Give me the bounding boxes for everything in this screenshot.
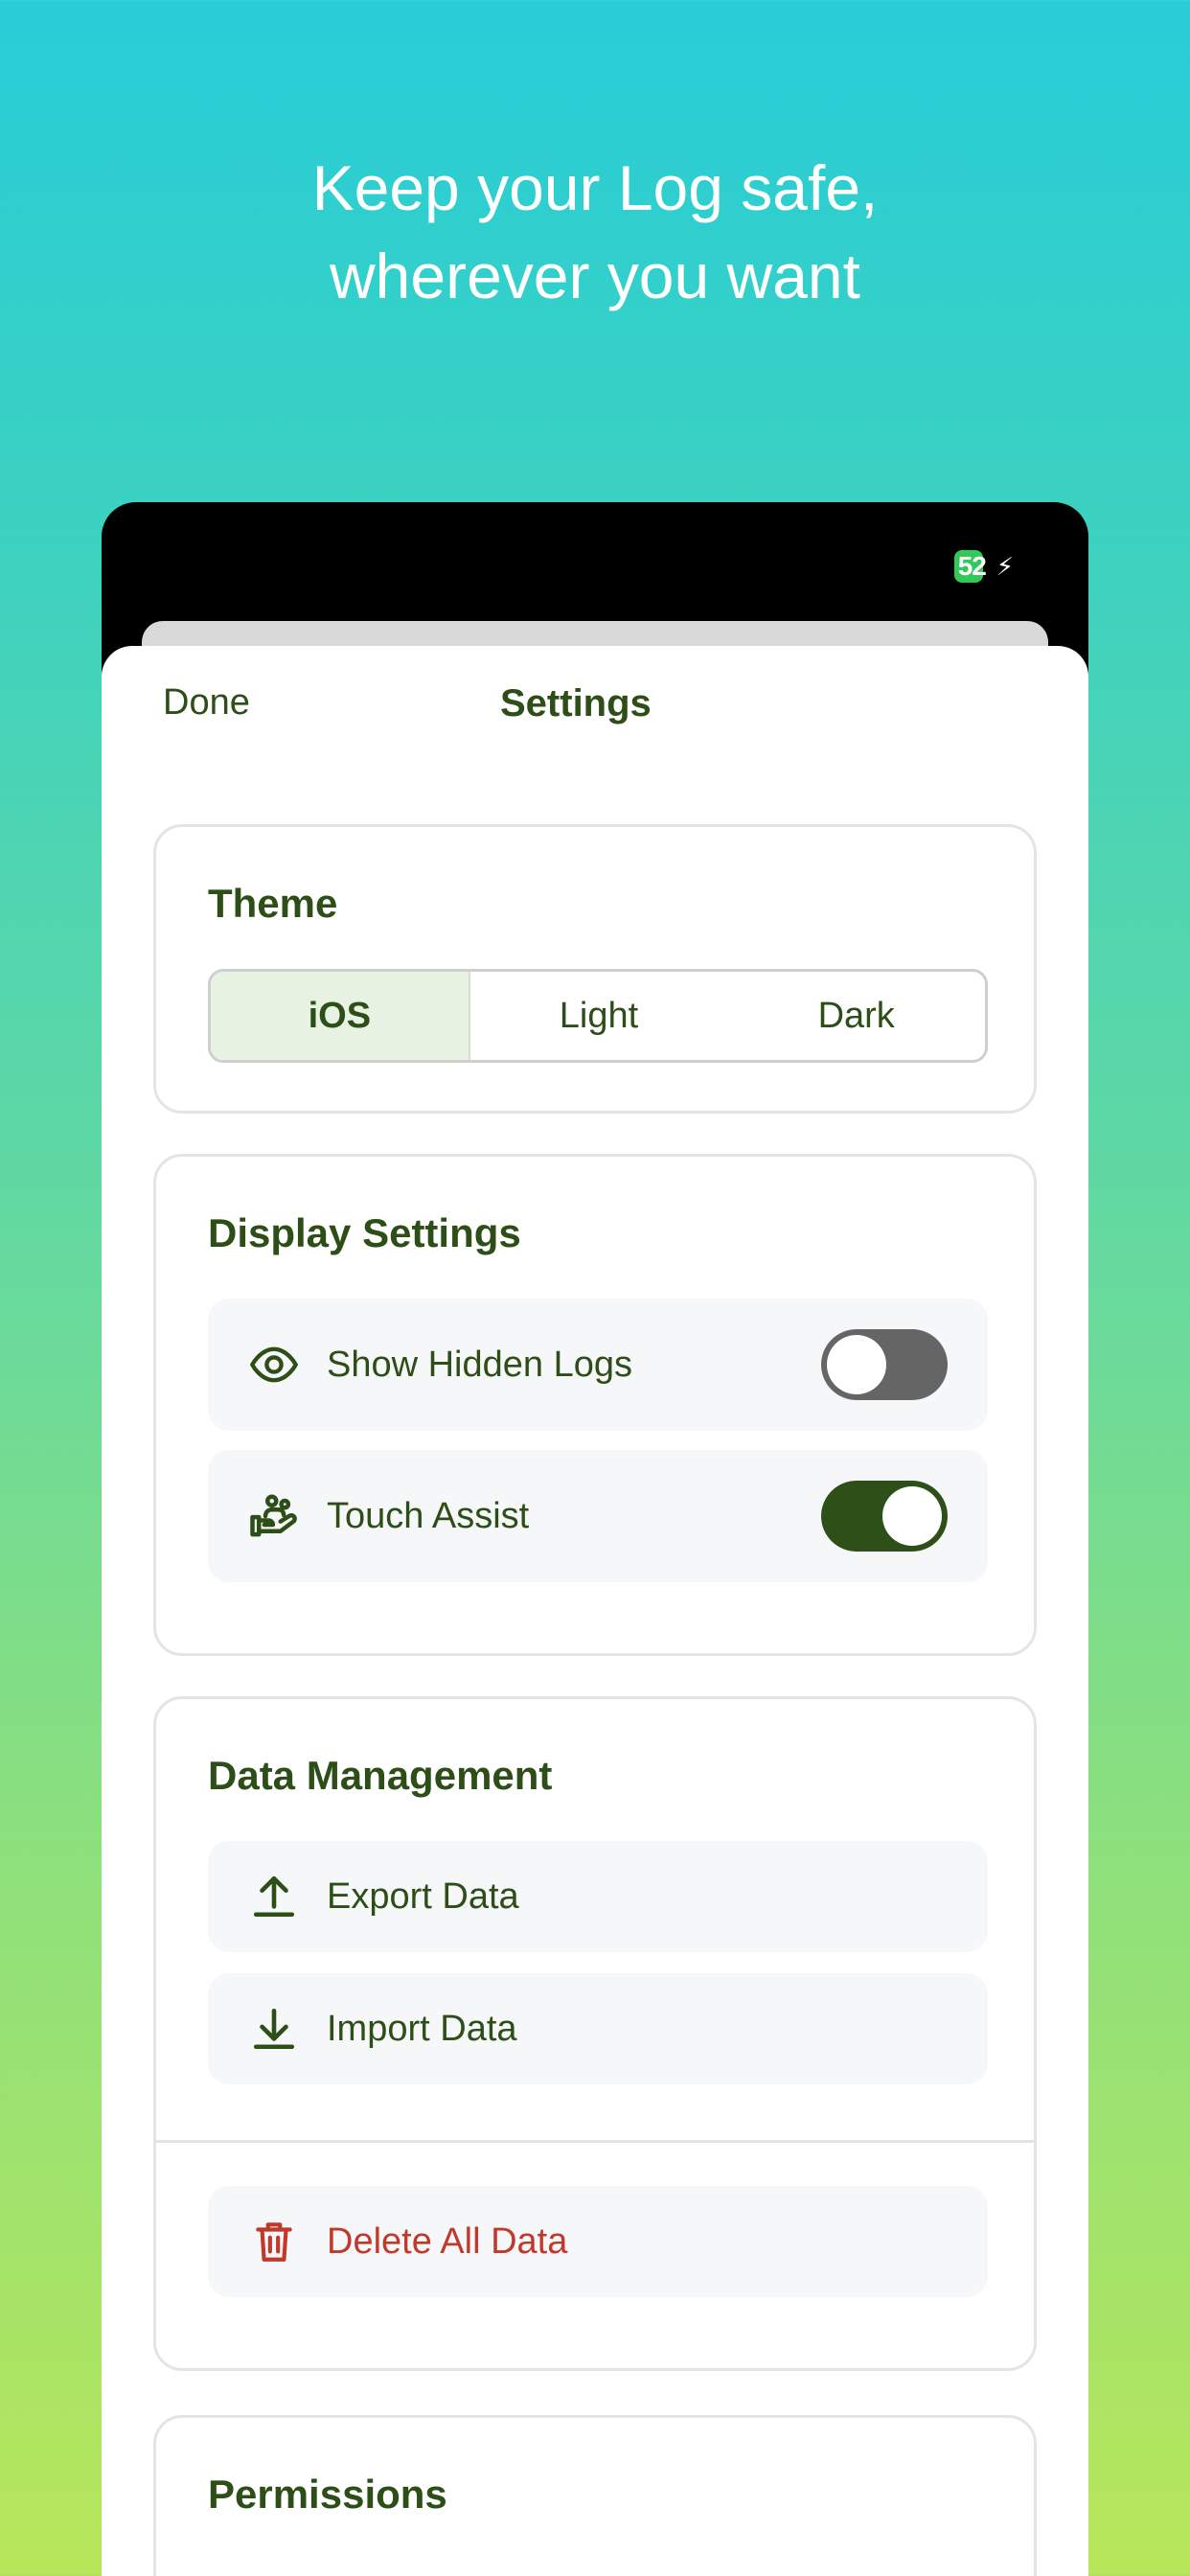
show-hidden-logs-row[interactable]: Show Hidden Logs — [208, 1299, 988, 1431]
permissions-title: Permissions — [208, 2472, 447, 2517]
theme-option-dark[interactable]: Dark — [727, 972, 985, 1060]
import-data-label: Import Data — [327, 2008, 517, 2049]
data-management-title: Data Management — [208, 1753, 553, 1798]
theme-option-ios[interactable]: iOS — [211, 972, 470, 1060]
theme-option-light[interactable]: Light — [470, 972, 728, 1060]
battery-indicator: 52 — [953, 550, 991, 583]
toggle-knob — [882, 1486, 942, 1546]
trash-icon — [244, 2212, 304, 2271]
toggle-knob — [827, 1335, 886, 1394]
display-settings-card: Display Settings Show Hidden Logs Touch … — [153, 1154, 1037, 1656]
delete-all-data-button[interactable]: Delete All Data — [208, 2186, 988, 2297]
nav-bar: Done Settings — [102, 646, 1088, 780]
theme-card: Theme iOS Light Dark — [153, 824, 1037, 1114]
status-bar: 52 ⚡︎ — [953, 550, 1014, 583]
marketing-headline: Keep your Log safe, wherever you want — [0, 144, 1190, 320]
touch-assist-toggle[interactable] — [821, 1481, 948, 1552]
touch-assist-row[interactable]: Touch Assist — [208, 1450, 988, 1582]
battery-level: 52 — [957, 551, 987, 581]
export-data-button[interactable]: Export Data — [208, 1841, 988, 1952]
export-data-label: Export Data — [327, 1875, 519, 1917]
permissions-card: Permissions — [153, 2415, 1037, 2576]
show-hidden-logs-label: Show Hidden Logs — [327, 1344, 632, 1385]
headline-line-2: wherever you want — [330, 241, 860, 311]
eye-icon — [244, 1335, 304, 1394]
device-frame: 52 ⚡︎ Done Settings Theme iOS Light Dark… — [102, 502, 1088, 2576]
upload-icon — [244, 1867, 304, 1926]
page-title: Settings — [500, 682, 652, 724]
bolt-icon: ⚡︎ — [995, 552, 1014, 581]
theme-title: Theme — [208, 881, 338, 926]
display-settings-title: Display Settings — [208, 1210, 521, 1255]
delete-all-data-label: Delete All Data — [327, 2220, 568, 2262]
section-divider — [156, 2140, 1034, 2143]
touch-assist-label: Touch Assist — [327, 1495, 530, 1536]
download-icon — [244, 1999, 304, 2058]
hand-assist-icon — [244, 1486, 304, 1546]
headline-line-1: Keep your Log safe, — [311, 152, 879, 223]
settings-sheet: Done Settings Theme iOS Light Dark Displ… — [102, 646, 1088, 2576]
data-management-card: Data Management Export Data Import Data … — [153, 1696, 1037, 2371]
theme-segmented-control: iOS Light Dark — [208, 969, 988, 1063]
import-data-button[interactable]: Import Data — [208, 1973, 988, 2084]
done-button[interactable]: Done — [163, 682, 250, 724]
show-hidden-logs-toggle[interactable] — [821, 1329, 948, 1400]
